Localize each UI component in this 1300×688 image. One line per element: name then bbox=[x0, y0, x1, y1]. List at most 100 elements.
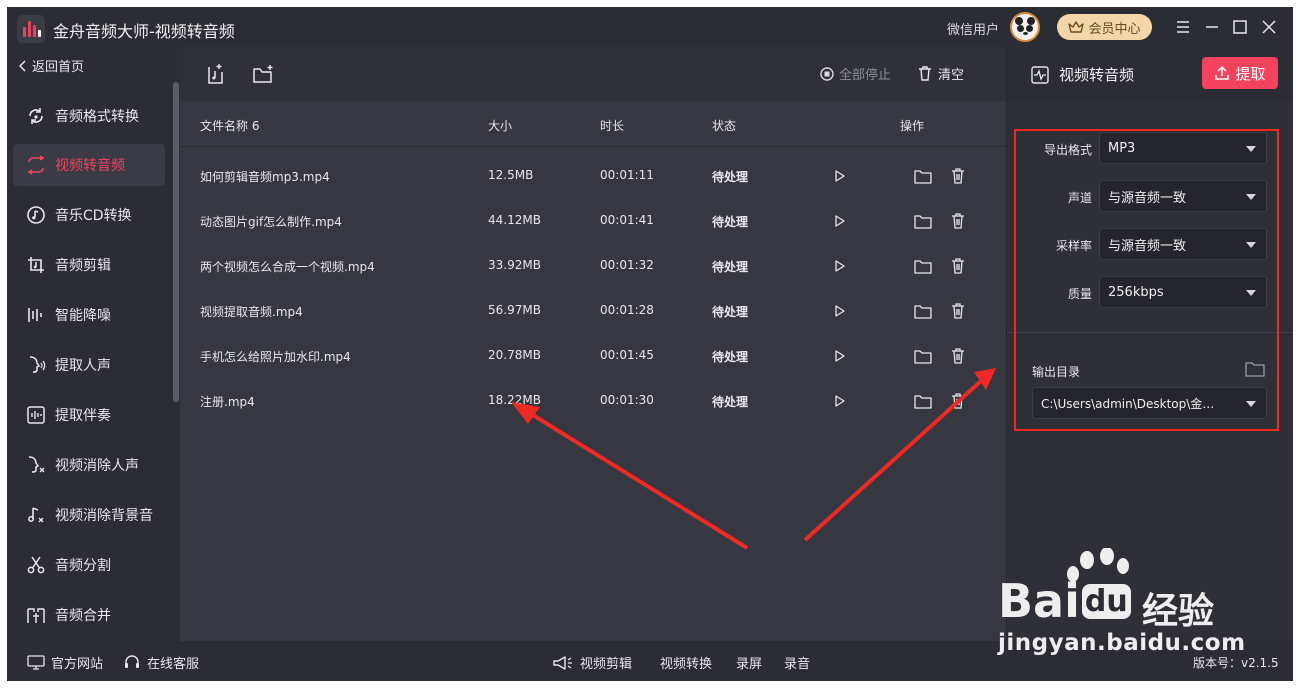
noise-reduction-icon bbox=[25, 304, 47, 326]
online-service-link[interactable]: 在线客服 bbox=[123, 653, 199, 672]
minimize-icon[interactable] bbox=[1200, 15, 1224, 39]
sidebar-item-audio-split[interactable]: 音频分割 bbox=[13, 544, 165, 586]
play-icon[interactable] bbox=[830, 256, 850, 276]
sidebar-item-remove-bg-music[interactable]: 视频消除背景音 bbox=[13, 494, 165, 536]
sidebar-item-extract-accompaniment[interactable]: 提取伴奏 bbox=[13, 394, 165, 436]
folder-icon[interactable] bbox=[913, 256, 933, 276]
file-duration: 00:01:30 bbox=[600, 393, 654, 407]
file-duration: 00:01:28 bbox=[600, 303, 654, 317]
delete-icon[interactable] bbox=[948, 391, 968, 411]
close-icon[interactable] bbox=[1257, 15, 1281, 39]
sidebar-item-video-to-audio[interactable]: 视频转音频 bbox=[13, 144, 165, 186]
chevron-left-icon bbox=[19, 59, 26, 72]
sidebar-item-audio-cut[interactable]: 音频剪辑 bbox=[13, 244, 165, 286]
file-status: 待处理 bbox=[712, 350, 749, 364]
monitor-icon bbox=[27, 655, 45, 670]
table-row[interactable]: 视频提取音频.mp4 56.97MB 00:01:28 待处理 bbox=[180, 289, 1006, 334]
online-service-label: 在线客服 bbox=[147, 657, 200, 672]
folder-icon[interactable] bbox=[913, 301, 933, 321]
annotation-highlight-box bbox=[1014, 129, 1279, 431]
delete-icon[interactable] bbox=[948, 256, 968, 276]
delete-icon[interactable] bbox=[948, 346, 968, 366]
delete-icon[interactable] bbox=[948, 166, 968, 186]
stop-all-label: 全部停止 bbox=[839, 68, 892, 83]
file-duration: 00:01:11 bbox=[600, 168, 654, 182]
video-convert-link[interactable]: 视频转换 bbox=[660, 653, 712, 672]
cd-icon bbox=[25, 204, 47, 226]
folder-icon[interactable] bbox=[913, 346, 933, 366]
header-duration: 时长 bbox=[600, 119, 625, 133]
table-row[interactable]: 如何剪辑音频mp3.mp4 12.5MB 00:01:11 待处理 bbox=[180, 154, 1006, 199]
stop-circle-icon bbox=[820, 66, 834, 81]
clear-button[interactable]: 清空 bbox=[918, 64, 964, 83]
sidebar-item-label: 音频分割 bbox=[55, 558, 111, 574]
sidebar-item-label: 智能降噪 bbox=[55, 308, 111, 324]
video-edit-link[interactable]: 视频剪辑 bbox=[552, 653, 632, 672]
sidebar-item-label: 音乐CD转换 bbox=[55, 208, 132, 224]
panel-title-label: 视频转音频 bbox=[1059, 66, 1135, 84]
clear-label: 清空 bbox=[938, 68, 965, 83]
folder-icon[interactable] bbox=[913, 166, 933, 186]
sidebar-item-noise-reduction[interactable]: 智能降噪 bbox=[13, 294, 165, 336]
back-home-link[interactable]: 返回首页 bbox=[19, 56, 84, 75]
audio-record-link[interactable]: 录音 bbox=[784, 653, 810, 672]
play-icon[interactable] bbox=[830, 166, 850, 186]
title-bar: 金舟音频大师-视频转音频 微信用户 会员中心 bbox=[7, 7, 1293, 47]
table-row[interactable]: 注册.mp4 18.22MB 00:01:30 待处理 bbox=[180, 379, 1006, 424]
folder-icon[interactable] bbox=[913, 211, 933, 231]
official-website-link[interactable]: 官方网站 bbox=[27, 653, 103, 672]
header-actions: 操作 bbox=[900, 119, 925, 133]
sidebar-item-label: 视频消除背景音 bbox=[55, 508, 153, 524]
watermark-brand-cn: 经验 bbox=[1142, 591, 1215, 632]
play-icon[interactable] bbox=[830, 391, 850, 411]
waveform-icon bbox=[1031, 65, 1049, 84]
window-title: 金舟音频大师-视频转音频 bbox=[53, 22, 235, 41]
file-name: 注册.mp4 bbox=[200, 395, 255, 409]
sidebar-item-extract-voice[interactable]: 提取人声 bbox=[13, 344, 165, 386]
file-size: 56.97MB bbox=[488, 303, 541, 317]
add-folder-icon[interactable] bbox=[252, 63, 274, 85]
menu-icon[interactable] bbox=[1171, 15, 1195, 39]
file-size: 44.12MB bbox=[488, 213, 541, 227]
table-row[interactable]: 手机怎么给照片加水印.mp4 20.78MB 00:01:45 待处理 bbox=[180, 334, 1006, 379]
sidebar-item-label: 提取人声 bbox=[55, 358, 111, 374]
file-list-area: 全部停止 清空 文件名称 6 大小 时长 状态 操作 如何剪辑音频mp3.mp4… bbox=[180, 47, 1006, 641]
table-row[interactable]: 动态图片gif怎么制作.mp4 44.12MB 00:01:41 待处理 bbox=[180, 199, 1006, 244]
vip-center-button[interactable]: 会员中心 bbox=[1057, 14, 1152, 40]
watermark-brand: Bai du bbox=[998, 574, 1131, 628]
sidebar-item-label: 音频合并 bbox=[55, 608, 111, 624]
header-status: 状态 bbox=[712, 119, 737, 133]
extract-button[interactable]: 提取 bbox=[1202, 57, 1278, 89]
file-status: 待处理 bbox=[712, 215, 749, 229]
screen-record-link[interactable]: 录屏 bbox=[736, 653, 762, 672]
file-size: 33.92MB bbox=[488, 258, 541, 272]
screen-record-label: 录屏 bbox=[736, 657, 763, 672]
delete-icon[interactable] bbox=[948, 211, 968, 231]
play-icon[interactable] bbox=[830, 301, 850, 321]
sidebar-item-music-cd[interactable]: 音乐CD转换 bbox=[13, 194, 165, 236]
file-name: 视频提取音频.mp4 bbox=[200, 305, 303, 319]
official-website-label: 官方网站 bbox=[51, 657, 104, 672]
stop-all-button[interactable]: 全部停止 bbox=[820, 64, 891, 83]
crown-icon bbox=[1068, 21, 1085, 33]
maximize-icon[interactable] bbox=[1228, 15, 1252, 39]
avatar[interactable] bbox=[1010, 12, 1040, 42]
file-size: 20.78MB bbox=[488, 348, 541, 362]
play-icon[interactable] bbox=[830, 211, 850, 231]
delete-icon[interactable] bbox=[948, 301, 968, 321]
merge-icon bbox=[25, 604, 47, 626]
user-name[interactable]: 微信用户 bbox=[947, 19, 999, 38]
add-file-icon[interactable] bbox=[204, 63, 226, 85]
file-name: 动态图片gif怎么制作.mp4 bbox=[200, 215, 342, 229]
header-size: 大小 bbox=[488, 119, 513, 133]
accompaniment-icon bbox=[25, 404, 47, 426]
table-row[interactable]: 两个视频怎么合成一个视频.mp4 33.92MB 00:01:32 待处理 bbox=[180, 244, 1006, 289]
sidebar-scrollbar[interactable] bbox=[173, 82, 179, 402]
sidebar-item-audio-format[interactable]: 音频格式转换 bbox=[13, 95, 165, 137]
folder-icon[interactable] bbox=[913, 391, 933, 411]
play-icon[interactable] bbox=[830, 346, 850, 366]
sidebar-item-audio-merge[interactable]: 音频合并 bbox=[13, 594, 165, 636]
watermark-url: jingyan.baidu.com bbox=[998, 630, 1246, 656]
panel-title: 视频转音频 bbox=[1031, 64, 1134, 85]
sidebar-item-remove-voice[interactable]: 视频消除人声 bbox=[13, 444, 165, 486]
